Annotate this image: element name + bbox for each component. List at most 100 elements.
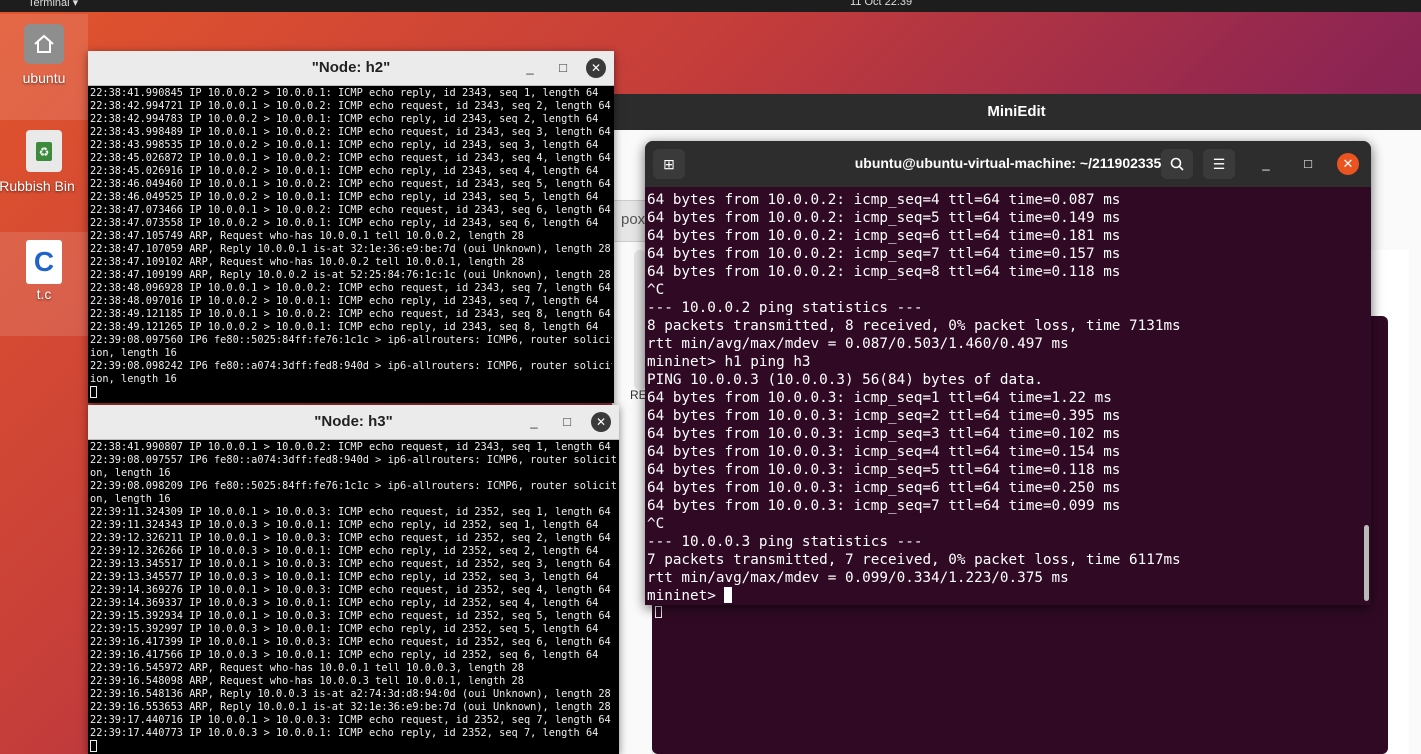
- terminal-line: 22:38:45.026916 IP 10.0.0.2 > 10.0.0.1: …: [90, 165, 599, 177]
- h3-title-bar[interactable]: "Node: h3" _ □ ✕: [88, 405, 619, 440]
- terminal-line: 22:39:17.440773 IP 10.0.0.3 > 10.0.0.1: …: [90, 727, 599, 739]
- h2-close-button[interactable]: ✕: [586, 58, 606, 78]
- terminal-line: PING 10.0.0.3 (10.0.0.3) 56(84) bytes of…: [647, 372, 1043, 388]
- terminal-line: 22:39:16.417399 IP 10.0.0.1 > 10.0.0.3: …: [90, 636, 611, 648]
- background-terminal-cursor: [655, 606, 662, 618]
- terminal-line: 64 bytes from 10.0.0.3: icmp_seq=7 ttl=6…: [647, 498, 1121, 514]
- terminal-line: ion, length 16: [90, 373, 177, 385]
- clock[interactable]: 11 Oct 22:39: [850, 0, 912, 8]
- terminal-line: 22:39:16.553653 ARP, Reply 10.0.0.1 is-a…: [90, 701, 611, 713]
- terminal-line: 22:39:16.548136 ARP, Reply 10.0.0.3 is-a…: [90, 688, 611, 700]
- dock-item-rubbish-bin[interactable]: ♻ Rubbish Bin: [0, 128, 88, 220]
- h3-maximize-button[interactable]: □: [557, 412, 577, 432]
- terminal-line: 22:39:08.097560 IP6 fe80::5025:84ff:fe76…: [90, 334, 612, 346]
- terminal-line: ^C: [647, 282, 665, 298]
- terminal-line: 64 bytes from 10.0.0.2: icmp_seq=7 ttl=6…: [647, 246, 1121, 262]
- terminal-line: 22:39:08.098242 IP6 fe80::a074:3dff:fed8…: [90, 360, 612, 372]
- terminal-line: ^C: [647, 516, 665, 532]
- prompt-line[interactable]: [90, 386, 612, 399]
- terminal-line: 22:38:47.073558 IP 10.0.0.2 > 10.0.0.1: …: [90, 217, 599, 229]
- terminal-line: rtt min/avg/max/mdev = 0.099/0.334/1.223…: [647, 570, 1069, 586]
- terminal-line: 22:39:13.345577 IP 10.0.0.3 > 10.0.0.1: …: [90, 571, 599, 583]
- cursor: [90, 740, 97, 752]
- pox-tab[interactable]: pox: [612, 200, 648, 242]
- terminal-line: 64 bytes from 10.0.0.3: icmp_seq=2 ttl=6…: [647, 408, 1121, 424]
- svg-text:♻: ♻: [39, 145, 50, 159]
- terminal-line: 22:38:49.121265 IP 10.0.0.2 > 10.0.0.1: …: [90, 321, 599, 333]
- terminal-line: 22:38:47.109199 ARP, Reply 10.0.0.2 is-a…: [90, 269, 611, 281]
- terminal-line: rtt min/avg/max/mdev = 0.087/0.503/1.460…: [647, 336, 1069, 352]
- terminal-line: 22:38:49.121185 IP 10.0.0.1 > 10.0.0.2: …: [90, 308, 611, 320]
- h2-maximize-button[interactable]: □: [553, 58, 573, 78]
- dock-label-ubuntu: ubuntu: [22, 70, 66, 86]
- home-folder-icon: [24, 24, 64, 64]
- terminal-line: on, length 16: [90, 493, 171, 505]
- terminal-line: 22:39:08.098209 IP6 fe80::5025:84ff:fe76…: [90, 480, 617, 492]
- xterm-node-h3[interactable]: "Node: h3" _ □ ✕ 22:38:41.990807 IP 10.0…: [88, 405, 619, 754]
- terminal-line: 64 bytes from 10.0.0.2: icmp_seq=5 ttl=6…: [647, 210, 1121, 226]
- terminal-line: --- 10.0.0.2 ping statistics ---: [647, 300, 923, 316]
- terminal-scrollbar[interactable]: [1364, 525, 1369, 601]
- terminal-line: 22:39:14.369276 IP 10.0.0.1 > 10.0.0.3: …: [90, 584, 611, 596]
- close-button[interactable]: ✕: [1337, 153, 1359, 175]
- hamburger-menu-icon[interactable]: ☰: [1203, 149, 1235, 179]
- top-bar: Terminal ▾ 11 Oct 22:39: [0, 0, 1421, 12]
- pox-tab-label: pox: [621, 211, 646, 228]
- dock-label-tc: t.c: [36, 286, 52, 302]
- maximize-button[interactable]: □: [1297, 153, 1319, 175]
- terminal-header-bar[interactable]: ⊞ ubuntu@ubuntu-virtual-machine: ~/21190…: [645, 141, 1371, 187]
- terminal-line: 22:39:11.324343 IP 10.0.0.3 > 10.0.0.1: …: [90, 519, 599, 531]
- terminal-line: 64 bytes from 10.0.0.2: icmp_seq=6 ttl=6…: [647, 228, 1121, 244]
- activities-app-menu[interactable]: Terminal ▾: [28, 0, 78, 9]
- rubbish-bin-icon: ♻: [26, 130, 62, 172]
- terminal-line: 64 bytes from 10.0.0.2: icmp_seq=4 ttl=6…: [647, 192, 1121, 208]
- search-icon[interactable]: [1161, 149, 1193, 179]
- miniedit-title: MiniEdit: [612, 94, 1421, 130]
- terminal-line: 22:39:16.548098 ARP, Request who-has 10.…: [90, 675, 524, 687]
- terminal-line: on, length 16: [90, 467, 171, 479]
- gnome-terminal-window[interactable]: ⊞ ubuntu@ubuntu-virtual-machine: ~/21190…: [645, 141, 1371, 605]
- terminal-output[interactable]: 64 bytes from 10.0.0.2: icmp_seq=4 ttl=6…: [647, 191, 1361, 605]
- new-tab-icon[interactable]: ⊞: [653, 149, 685, 179]
- prompt-line[interactable]: [90, 740, 617, 753]
- terminal-line: 22:38:41.990845 IP 10.0.0.2 > 10.0.0.1: …: [90, 87, 599, 99]
- terminal-line: 22:39:15.392934 IP 10.0.0.1 > 10.0.0.3: …: [90, 610, 611, 622]
- terminal-line: 22:39:16.417566 IP 10.0.0.3 > 10.0.0.1: …: [90, 649, 599, 661]
- h3-terminal-output[interactable]: 22:38:41.990807 IP 10.0.0.1 > 10.0.0.2: …: [90, 441, 617, 754]
- prompt-line[interactable]: mininet>: [647, 587, 1361, 605]
- h2-minimize-button[interactable]: _: [520, 58, 540, 78]
- terminal-line: 22:39:14.369337 IP 10.0.0.3 > 10.0.0.1: …: [90, 597, 599, 609]
- terminal-line: 22:39:12.326266 IP 10.0.0.3 > 10.0.0.1: …: [90, 545, 599, 557]
- xterm-node-h2[interactable]: "Node: h2" _ □ ✕ 22:38:41.990845 IP 10.0…: [88, 51, 614, 403]
- terminal-line: 22:39:13.345517 IP 10.0.0.1 > 10.0.0.3: …: [90, 558, 611, 570]
- terminal-line: 22:38:48.097016 IP 10.0.0.2 > 10.0.0.1: …: [90, 295, 599, 307]
- terminal-line: 22:38:47.073466 IP 10.0.0.1 > 10.0.0.2: …: [90, 204, 611, 216]
- h3-minimize-button[interactable]: _: [524, 412, 544, 432]
- terminal-line: ion, length 16: [90, 347, 177, 359]
- terminal-line: 22:38:43.998489 IP 10.0.0.1 > 10.0.0.2: …: [90, 126, 611, 138]
- cursor: [90, 386, 97, 398]
- dock-item-tc[interactable]: C t.c: [0, 232, 88, 336]
- h3-close-button[interactable]: ✕: [591, 412, 611, 432]
- prompt-text: mininet>: [647, 588, 725, 604]
- terminal-line: 22:39:08.097557 IP6 fe80::a074:3dff:fed8…: [90, 454, 617, 466]
- c-file-icon: C: [26, 240, 62, 284]
- terminal-line: 64 bytes from 10.0.0.3: icmp_seq=5 ttl=6…: [647, 462, 1121, 478]
- terminal-line: 22:38:45.026872 IP 10.0.0.1 > 10.0.0.2: …: [90, 152, 611, 164]
- cursor: [724, 587, 733, 603]
- terminal-line: 8 packets transmitted, 8 received, 0% pa…: [647, 318, 1181, 334]
- h2-title-bar[interactable]: "Node: h2" _ □ ✕: [88, 51, 614, 86]
- terminal-line: 22:39:15.392997 IP 10.0.0.3 > 10.0.0.1: …: [90, 623, 599, 635]
- dock-item-home[interactable]: ubuntu: [0, 14, 88, 120]
- h2-terminal-output[interactable]: 22:38:41.990845 IP 10.0.0.2 > 10.0.0.1: …: [90, 87, 612, 403]
- terminal-line: --- 10.0.0.3 ping statistics ---: [647, 534, 923, 550]
- terminal-line: 22:38:46.049525 IP 10.0.0.2 > 10.0.0.1: …: [90, 191, 599, 203]
- minimize-button[interactable]: _: [1255, 153, 1277, 175]
- terminal-line: 64 bytes from 10.0.0.3: icmp_seq=6 ttl=6…: [647, 480, 1121, 496]
- terminal-line: 22:38:47.107059 ARP, Reply 10.0.0.1 is-a…: [90, 243, 611, 255]
- terminal-line: 22:38:42.994783 IP 10.0.0.2 > 10.0.0.1: …: [90, 113, 599, 125]
- terminal-line: 22:38:46.049460 IP 10.0.0.1 > 10.0.0.2: …: [90, 178, 611, 190]
- terminal-line: 7 packets transmitted, 7 received, 0% pa…: [647, 552, 1181, 568]
- terminal-line: 22:38:48.096928 IP 10.0.0.1 > 10.0.0.2: …: [90, 282, 611, 294]
- terminal-line: 22:39:12.326211 IP 10.0.0.1 > 10.0.0.3: …: [90, 532, 611, 544]
